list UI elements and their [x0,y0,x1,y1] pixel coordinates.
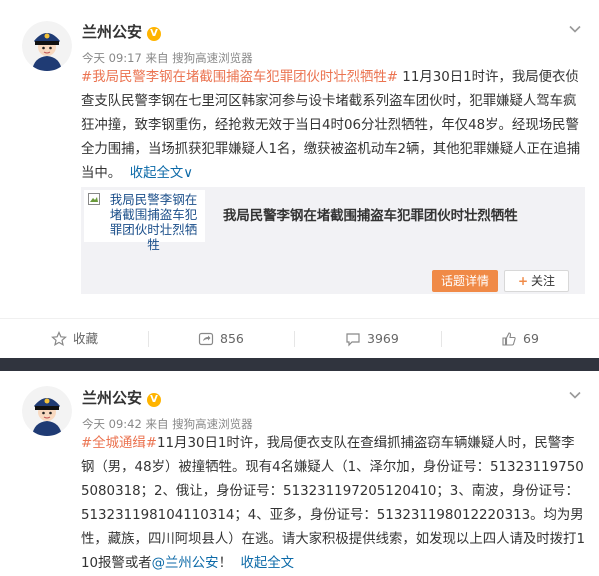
chevron-down-icon[interactable] [568,388,582,402]
verified-badge-icon: V [147,393,162,407]
topic-link[interactable]: #全城通缉# [81,436,157,451]
broken-image-icon [88,193,100,205]
mention-link[interactable]: @兰州公安 [152,556,219,571]
plus-icon: + [517,274,529,288]
post-separator [0,358,599,371]
topic-link[interactable]: #我局民警李钢在堵截围捕盗车犯罪团伙时壮烈牺牲# [81,70,398,85]
collapse-link[interactable]: 收起全文∨ [121,166,193,181]
avatar[interactable] [22,21,72,71]
avatar[interactable] [22,386,72,436]
weibo-post-1: 兰州公安 V 今天 09:17 来自 搜狗高速浏览器 #我局民警李钢在堵截围捕盗车… [0,0,599,358]
post-text: #我局民警李钢在堵截围捕盗车犯罪团伙时壮烈牺牲# 11月30日1时许，我局便衣侦… [81,70,581,181]
action-bar: 收藏 856 3969 69 [0,318,599,359]
shared-card[interactable]: 我局民警李钢在堵截围捕盗车犯罪团伙时壮烈牺牲 我局民警李钢在堵截围捕盗车犯罪团伙… [81,187,585,294]
topic-detail-button[interactable]: 话题详情 [432,270,498,292]
follow-button[interactable]: + 关注 [504,270,569,292]
author-name[interactable]: 兰州公安 V [82,21,162,42]
forward-icon [198,332,214,346]
star-icon [51,331,67,347]
weibo-post-2: 兰州公安 V 今天 09:42 来自 搜狗高速浏览器 #全城通缉#11月30日1时… [0,371,599,573]
author-name[interactable]: 兰州公安 V [82,387,162,408]
thumbs-up-icon [502,332,516,346]
comment-icon [346,333,360,347]
chevron-down-icon[interactable] [568,22,582,36]
collapse-link[interactable]: 收起全文 [232,556,294,571]
shared-card-title[interactable]: 我局民警李钢在堵截围捕盗车犯罪团伙时壮烈牺牲 [223,204,518,224]
post-text: #全城通缉#11月30日1时许，我局便衣支队在查缉抓捕盗窃车辆嫌疑人时，民警李钢… [81,436,585,571]
post-meta: 今天 09:42 来自 搜狗高速浏览器 [82,417,253,431]
verified-badge-icon: V [147,27,162,41]
post-meta: 今天 09:17 来自 搜狗高速浏览器 [82,51,253,65]
shared-card-thumbnail[interactable]: 我局民警李钢在堵截围捕盗车犯罪团伙时壮烈牺牲 [84,190,205,252]
